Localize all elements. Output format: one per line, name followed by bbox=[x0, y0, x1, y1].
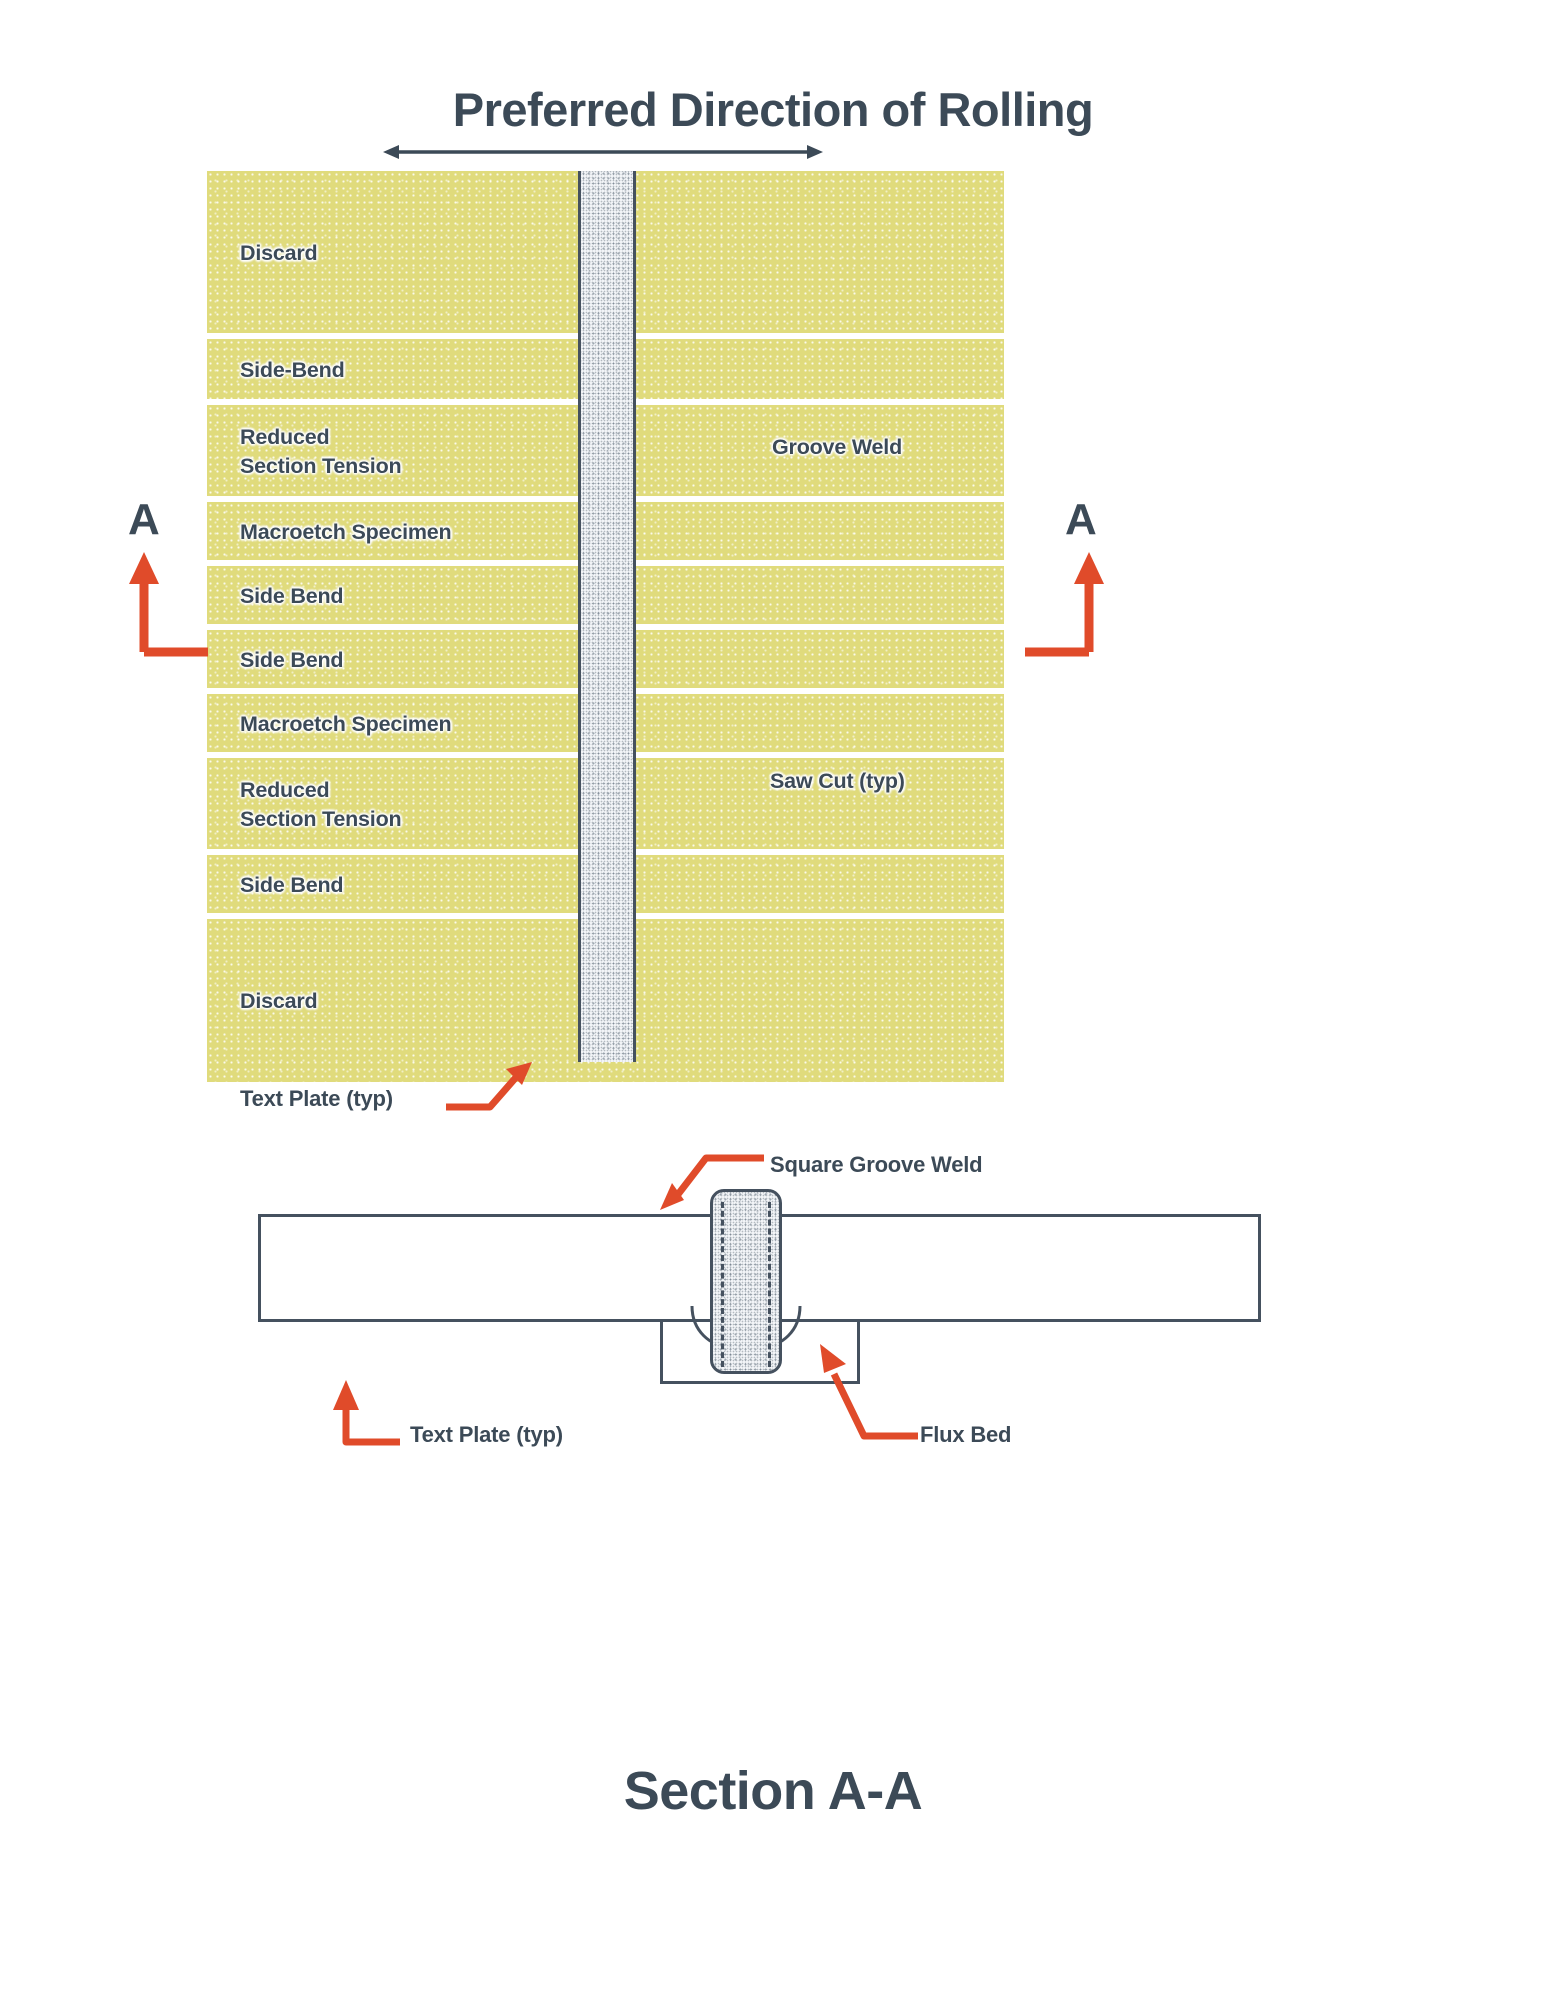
groove-weld-seam bbox=[578, 171, 636, 1062]
callout-square-groove-weld: Square Groove Weld bbox=[770, 1152, 983, 1177]
section-marker-arrow-right-icon bbox=[1022, 552, 1107, 662]
specimen-band-label: Macroetch Specimen bbox=[240, 520, 452, 544]
callout-arrow-text-plate-section-icon bbox=[332, 1380, 404, 1457]
specimen-band-label: Side-Bend bbox=[240, 358, 345, 382]
page-title: Preferred Direction of Rolling bbox=[452, 83, 1094, 136]
plan-right-label: Saw Cut (typ) bbox=[770, 769, 905, 793]
specimen-band-label: Side Bend bbox=[240, 648, 344, 672]
specimen-band-label: Discard bbox=[240, 989, 318, 1013]
weld-joint-dash-right bbox=[768, 1202, 771, 1367]
section-aa-title: Section A-A bbox=[623, 1761, 923, 1821]
specimen-band-label: Discard bbox=[240, 241, 318, 265]
specimen-band-label: Reduced Section Tension bbox=[240, 425, 402, 478]
rolling-direction-arrow-icon bbox=[383, 141, 823, 163]
section-marker-letter-left: A bbox=[128, 495, 160, 544]
callout-arrow-flux-bed-icon bbox=[800, 1340, 920, 1455]
weld-joint-dash-left bbox=[721, 1202, 724, 1367]
section-aa-view: Square Groove Weld Text Plate (typ) Flux… bbox=[0, 1152, 1546, 1740]
test-plate-plan-view: Discard Side-Bend Reduced Section Tension M… bbox=[207, 171, 1004, 1082]
callout-arrow-text-plate-plan-icon bbox=[444, 1062, 534, 1119]
callout-text-plate-plan: Text Plate (typ) bbox=[240, 1086, 393, 1111]
section-square-groove-weld bbox=[710, 1189, 782, 1374]
section-marker-letter-right: A bbox=[1065, 495, 1097, 544]
specimen-band-label: Side Bend bbox=[240, 873, 344, 897]
callout-flux-bed: Flux Bed bbox=[920, 1422, 1012, 1447]
specimen-band-label: Reduced Section Tension bbox=[240, 778, 402, 831]
plan-right-label: Groove Weld bbox=[772, 435, 903, 459]
section-marker-arrow-left-icon bbox=[126, 552, 211, 662]
specimen-band-label: Side Bend bbox=[240, 584, 344, 608]
callout-text-plate-section: Text Plate (typ) bbox=[410, 1422, 563, 1447]
specimen-band-label: Macroetch Specimen bbox=[240, 712, 452, 736]
